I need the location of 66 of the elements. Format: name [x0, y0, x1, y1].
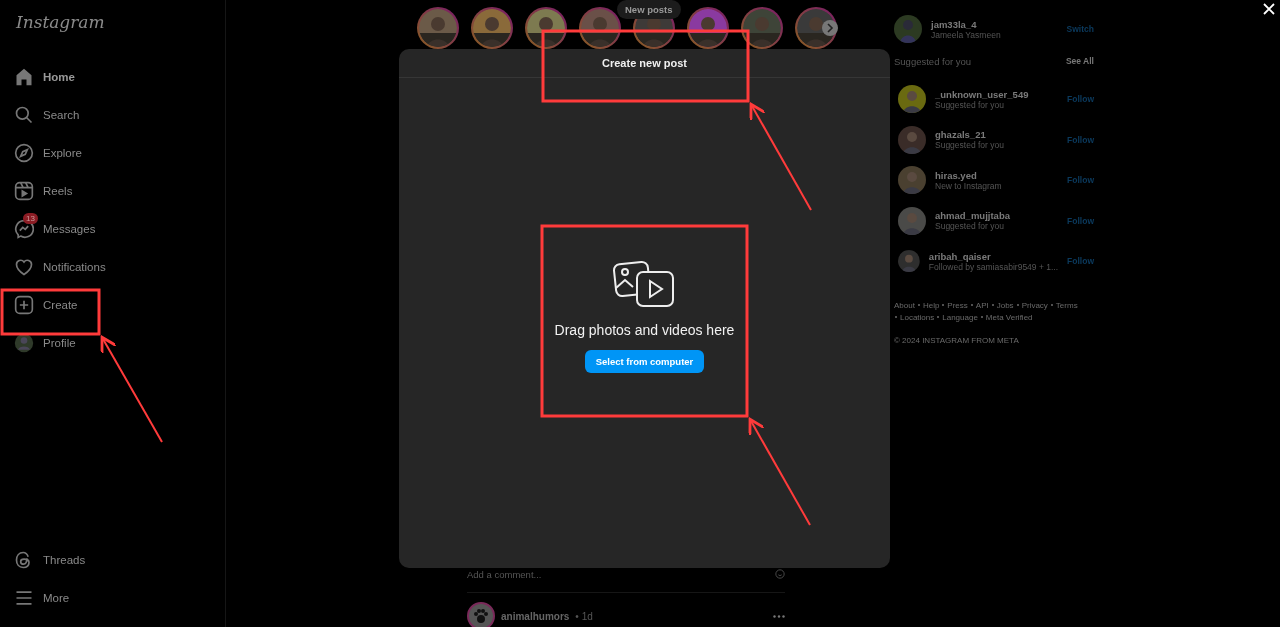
story-ring[interactable] — [687, 7, 729, 49]
footer-link[interactable]: Help — [922, 300, 940, 310]
plus-icon — [14, 295, 34, 315]
footer-link[interactable]: Locations — [900, 312, 935, 322]
post-time: • 1d — [575, 610, 593, 622]
next-story-button[interactable] — [822, 20, 838, 36]
footer-link[interactable]: Privacy — [1021, 300, 1048, 310]
sidebar-item[interactable]: Profile — [14, 324, 84, 362]
story-ring[interactable] — [579, 7, 621, 49]
suggestion-reason: Suggested for you — [935, 221, 1005, 231]
sidebar-item[interactable]: Home — [14, 58, 83, 96]
sidebar-item[interactable]: 13 Messages — [14, 210, 104, 248]
suggestion-reason: Suggested for you — [935, 140, 1005, 150]
suggestion-reason: Suggested for you — [935, 99, 1005, 110]
messenger-icon — [14, 219, 34, 239]
footer-link[interactable]: Meta Verified — [985, 312, 1033, 322]
suggestion-reason: New to Instagram — [935, 180, 1003, 191]
paw-avatar-icon[interactable] — [467, 602, 495, 627]
post-author[interactable]: animalhumors — [501, 610, 570, 622]
home-icon — [14, 67, 34, 87]
comment-field[interactable]: Add a comment... — [467, 568, 667, 580]
notification-badge: 13 — [23, 213, 38, 224]
suggested-username[interactable]: ahmad_mujjtaba — [935, 210, 1059, 221]
copyright-text: © 2024 INSTAGRAM FROM META — [894, 335, 1020, 345]
see-all-link[interactable]: See All — [1065, 56, 1094, 66]
sidebar-item[interactable]: Notifications — [14, 248, 114, 286]
chevron-right-icon — [826, 23, 834, 33]
footer-link[interactable]: Jobs — [996, 300, 1014, 310]
story-ring[interactable] — [795, 7, 837, 49]
footer-link[interactable]: About — [894, 300, 915, 310]
sidebar-item[interactable]: Reels — [14, 172, 81, 210]
heart-icon — [14, 257, 34, 277]
suggestion-reason: Followed by samiasabir9549 + 1... — [928, 261, 1059, 272]
photo-video-icon — [612, 259, 677, 310]
sidebar-item[interactable]: Explore — [14, 134, 90, 172]
section-title: Suggested for you — [894, 55, 972, 67]
menu-icon — [14, 588, 34, 608]
account-name: Jameela Yasmeen — [931, 29, 1002, 40]
footer-link[interactable]: Press — [947, 300, 968, 310]
sidebar-item[interactable]: Threads — [14, 541, 94, 579]
story-ring[interactable] — [471, 7, 513, 49]
suggested-username[interactable]: _unknown_user_549 — [935, 88, 1059, 100]
footer-link[interactable]: API — [975, 300, 989, 310]
search-icon — [14, 105, 34, 125]
dialog-title: Create new post — [602, 57, 687, 69]
suggested-username[interactable]: ghazals_21 — [935, 129, 1059, 140]
footer-link[interactable]: Language — [942, 312, 978, 322]
more-options-icon[interactable] — [773, 614, 785, 618]
reels-icon — [14, 181, 34, 201]
sidebar-item[interactable]: Search — [14, 96, 88, 134]
sidebar-item[interactable]: Create — [14, 286, 86, 324]
sidebar-item[interactable]: More — [14, 579, 78, 617]
story-ring[interactable] — [525, 7, 567, 49]
select-from-computer-button[interactable]: Select from computer — [584, 349, 705, 373]
story-ring[interactable] — [417, 7, 459, 49]
story-ring[interactable] — [741, 7, 783, 49]
instagram-logo[interactable]: Instagram — [16, 12, 105, 38]
account-username[interactable]: jam33la_4 — [931, 18, 1058, 30]
drag-prompt: Drag photos and videos here — [554, 321, 735, 338]
close-icon[interactable] — [1263, 3, 1275, 15]
suggested-username[interactable]: hiras.yed — [935, 169, 1059, 181]
suggested-username[interactable]: aribah_qaiser — [928, 250, 1059, 262]
new-posts-toast[interactable]: New posts — [617, 0, 681, 19]
compass-icon — [14, 143, 34, 163]
footer-link[interactable]: Terms — [1055, 300, 1078, 310]
avatar-icon — [14, 333, 34, 353]
